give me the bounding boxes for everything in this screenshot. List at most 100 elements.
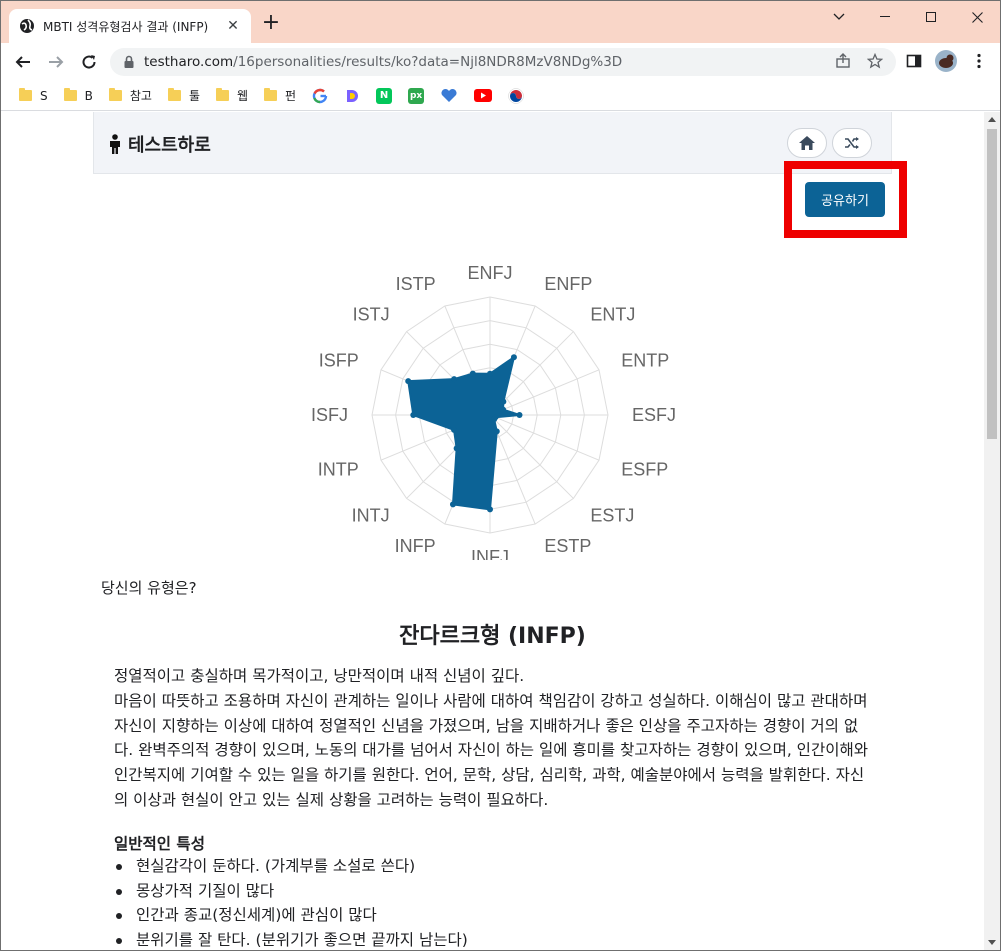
- maximize-button[interactable]: [908, 1, 954, 33]
- side-panel-icon[interactable]: [902, 49, 926, 73]
- radar-point-isfj: [410, 412, 417, 418]
- bookmark-folder-fun[interactable]: 펀: [264, 86, 296, 106]
- address-bar[interactable]: testharo.com/16personalities/results/ko?…: [110, 48, 896, 76]
- trait-item: 분위기를 잘 탄다. (분위기가 좋으면 끝까지 남는다): [114, 928, 468, 951]
- radar-label-isfj: ISFJ: [311, 405, 348, 425]
- bookmark-folder-tools[interactable]: 툴: [167, 86, 200, 106]
- bookmark-folder-b[interactable]: B: [63, 86, 93, 106]
- radar-label-intj: INTJ: [352, 505, 390, 525]
- vertical-scrollbar[interactable]: [984, 112, 1000, 950]
- radar-point-intp: [451, 426, 458, 433]
- home-button[interactable]: [787, 128, 827, 158]
- share-button[interactable]: 공유하기: [805, 182, 885, 217]
- bookmark-d[interactable]: [344, 86, 360, 106]
- menu-dots-icon[interactable]: [967, 49, 991, 73]
- radar-point-intj: [453, 445, 460, 452]
- result-question: 당신의 유형은?: [101, 579, 197, 597]
- scroll-down-icon[interactable]: [988, 940, 996, 945]
- radar-point-istp: [469, 370, 476, 377]
- shuffle-icon: [845, 137, 859, 149]
- radar-label-estp: ESTP: [544, 536, 591, 556]
- bookmark-folder-reference[interactable]: 참고: [108, 86, 152, 106]
- person-icon: [110, 134, 120, 154]
- description-summary: 정열적이고 충실하며 목가적이고, 낭만적이며 내적 신념이 깊다.: [114, 667, 525, 685]
- tab-search-icon[interactable]: [816, 1, 862, 33]
- radar-label-enfp: ENFP: [544, 274, 592, 294]
- folder-icon: [216, 88, 229, 101]
- home-icon: [799, 136, 815, 150]
- bookmark-label: 웹: [237, 89, 249, 103]
- naver-icon: N: [376, 87, 393, 104]
- radar-point-istj: [451, 376, 458, 383]
- back-arrow-icon[interactable]: [11, 50, 35, 74]
- folder-icon: [63, 88, 77, 101]
- description-body: 마음이 따뜻하고 조용하며 자신이 관계하는 일이나 사람에 대하여 책임감이 …: [114, 691, 868, 809]
- radar-point-esfj: [516, 412, 523, 418]
- youtube-icon: [474, 89, 493, 102]
- scroll-up-icon[interactable]: [988, 117, 996, 122]
- tab-title: MBTI 성격유형검사 결과 (INFP): [43, 19, 209, 34]
- bookmark-star-icon[interactable]: [863, 49, 887, 73]
- radar-label-istj: ISTJ: [353, 305, 390, 325]
- new-tab-button[interactable]: +: [260, 12, 282, 35]
- folder-icon: [19, 88, 32, 101]
- reload-icon[interactable]: [77, 50, 101, 74]
- trait-item: 몽상가적 기질이 많다: [114, 879, 468, 904]
- profile-avatar[interactable]: [934, 49, 958, 73]
- site-brand[interactable]: 테스트하로: [108, 131, 211, 157]
- bookmark-youtube[interactable]: [474, 86, 493, 106]
- folder-icon: [264, 88, 278, 101]
- folder-icon: [108, 88, 122, 101]
- radar-point-enfp: [510, 354, 517, 361]
- bookmark-folder-web[interactable]: 웹: [216, 86, 248, 106]
- bookmark-label: 참고: [129, 89, 152, 103]
- radar-label-istp: ISTP: [396, 274, 436, 294]
- d-logo-icon: [347, 89, 359, 102]
- bookmark-korea[interactable]: [508, 86, 524, 106]
- radar-point-entp: [500, 406, 507, 413]
- url-host: testharo.com: [144, 54, 234, 70]
- radar-point-enfj: [487, 370, 493, 377]
- radar-point-entj: [500, 398, 507, 405]
- bookmark-naver[interactable]: N: [376, 86, 393, 106]
- bookmark-label: 펀: [285, 89, 297, 103]
- radar-label-intp: INTP: [318, 459, 359, 479]
- radar-label-infj: INFJ: [471, 547, 509, 560]
- radar-point-infp: [449, 501, 456, 508]
- browser-tab[interactable]: MBTI 성격유형검사 결과 (INFP) ✕: [9, 9, 251, 43]
- bookmark-google[interactable]: [312, 86, 328, 106]
- bookmark-label: S: [40, 88, 48, 103]
- radar-label-entj: ENTJ: [590, 305, 635, 325]
- minimize-button[interactable]: [862, 1, 908, 33]
- radar-label-enfj: ENFJ: [468, 263, 513, 283]
- scrollbar-thumb[interactable]: [987, 129, 997, 439]
- close-window-button[interactable]: [954, 1, 1000, 33]
- radar-label-esfp: ESFP: [621, 459, 668, 479]
- radar-point-isfp: [405, 378, 412, 385]
- trait-item: 현실감각이 둔하다. (가계부를 소설로 쓴다): [114, 854, 468, 879]
- trait-item: 인간과 종교(정신세계)에 관심이 많다: [114, 903, 468, 928]
- radar-point-estj: [491, 416, 498, 423]
- radar-spoke: [489, 414, 574, 499]
- radar-chart: ENFJ ENFP ENTJ ENTP ESFJ ESFP ESTJ ESTP INFJ INFP…: [311, 263, 676, 560]
- random-button[interactable]: [832, 128, 872, 158]
- bookmark-label: 툴: [188, 89, 200, 103]
- lock-icon: [124, 55, 134, 68]
- px-icon: px: [408, 87, 425, 104]
- bookmark-px[interactable]: px: [408, 86, 425, 106]
- bookmark-label: B: [84, 88, 93, 103]
- radar-point-estp: [493, 428, 500, 435]
- radar-label-estj: ESTJ: [590, 505, 634, 525]
- close-tab-icon[interactable]: ✕: [225, 18, 241, 34]
- bookmark-folder-s[interactable]: S: [19, 86, 48, 106]
- taegeuk-icon: [508, 87, 524, 104]
- radar-data-area: [407, 356, 521, 511]
- url-path: /16personalities/results/ko?data=Njl8NDR…: [233, 54, 623, 70]
- share-page-icon[interactable]: [831, 49, 855, 73]
- forward-arrow-icon[interactable]: [44, 50, 68, 74]
- radar-point-infj: [487, 506, 493, 513]
- traits-list: 현실감각이 둔하다. (가계부를 소설로 쓴다) 몽상가적 기질이 많다 인간과…: [114, 854, 468, 950]
- bookmark-heart[interactable]: [440, 86, 458, 106]
- radar-label-esfj: ESFJ: [632, 405, 676, 425]
- heart-tag-icon: [441, 88, 457, 102]
